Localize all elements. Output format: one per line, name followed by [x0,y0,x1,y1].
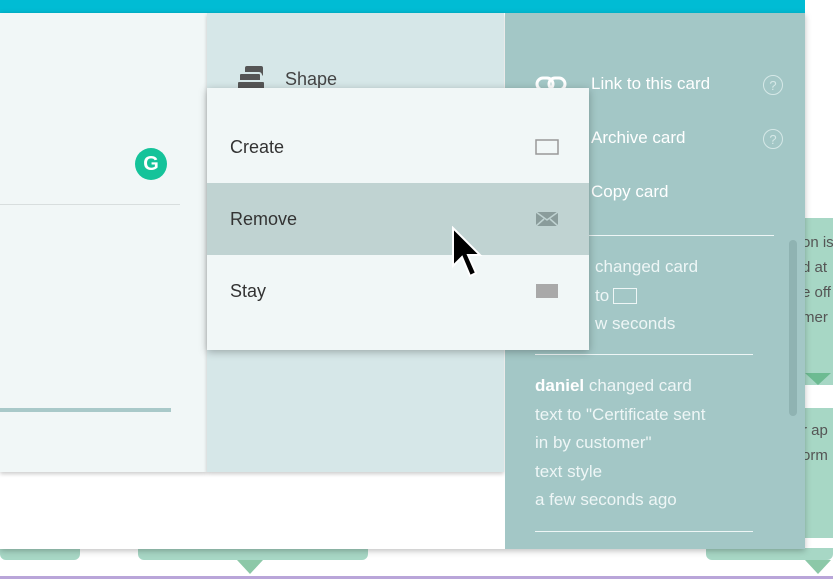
activity-text: to [595,285,610,305]
mouse-cursor-icon [452,226,483,278]
option-label: Create [230,136,285,157]
activity-text: daniel changed card [535,372,705,401]
dropdown-option-create[interactable]: Create [207,111,589,183]
dropdown-option-remove[interactable]: Remove [207,183,589,255]
shape-dropdown-menu: Create Remove Stay [207,88,589,350]
board-card-text: r ap [802,422,828,439]
grammarly-icon[interactable]: G [135,148,167,180]
activity-timestamp: a few seconds ago [535,490,677,509]
activity-text: text style [535,461,603,481]
activity-text: to [595,282,698,311]
envelope-icon [535,211,559,227]
rect-outline-icon [613,288,638,305]
activity-scrollbar[interactable] [789,240,797,416]
activity-text: changed card [595,257,699,276]
board-card-tab [706,548,833,560]
dropdown-option-stay[interactable]: Stay [207,255,589,327]
board-connector-icon [805,373,831,385]
activity-divider [535,354,753,355]
activity-entry: changed card to w seconds [595,253,698,339]
archive-card-label: Archive card [591,128,686,147]
board-connector-icon [237,560,263,574]
top-accent-bar [0,0,805,13]
board-lane-divider [0,576,833,579]
rect-outline-icon [535,139,559,155]
activity-text: text to "Certificate sent [535,404,706,424]
copy-card-label: Copy card [591,182,669,201]
activity-entry: daniel changed card text to "Certificate… [535,372,705,515]
help-icon[interactable]: ? [763,75,783,95]
option-label: Remove [230,208,298,229]
help-icon[interactable]: ? [763,129,783,149]
activity-action: changed card [584,376,692,395]
rect-filled-icon [536,284,558,298]
board-card-text: mer [802,309,828,326]
option-label: Stay [230,280,267,301]
board-card-text: d at [802,259,828,276]
card-editor[interactable] [0,13,207,472]
editor-divider [0,204,180,205]
board-connector-icon [805,560,831,574]
link-to-card-label: Link to this card [591,74,711,93]
editor-underline [0,408,171,412]
activity-timestamp: w seconds [595,314,676,333]
board-card-text: on is [802,234,833,251]
activity-user[interactable]: daniel [535,376,584,395]
board-card-text: e off [802,284,831,301]
activity-divider [535,531,753,532]
board-card-tab [0,548,80,560]
shape-label: Shape [285,68,338,89]
board-card-text: orm [802,447,828,464]
activity-text: in by customer" [535,433,652,452]
board-card-tab [138,548,368,560]
